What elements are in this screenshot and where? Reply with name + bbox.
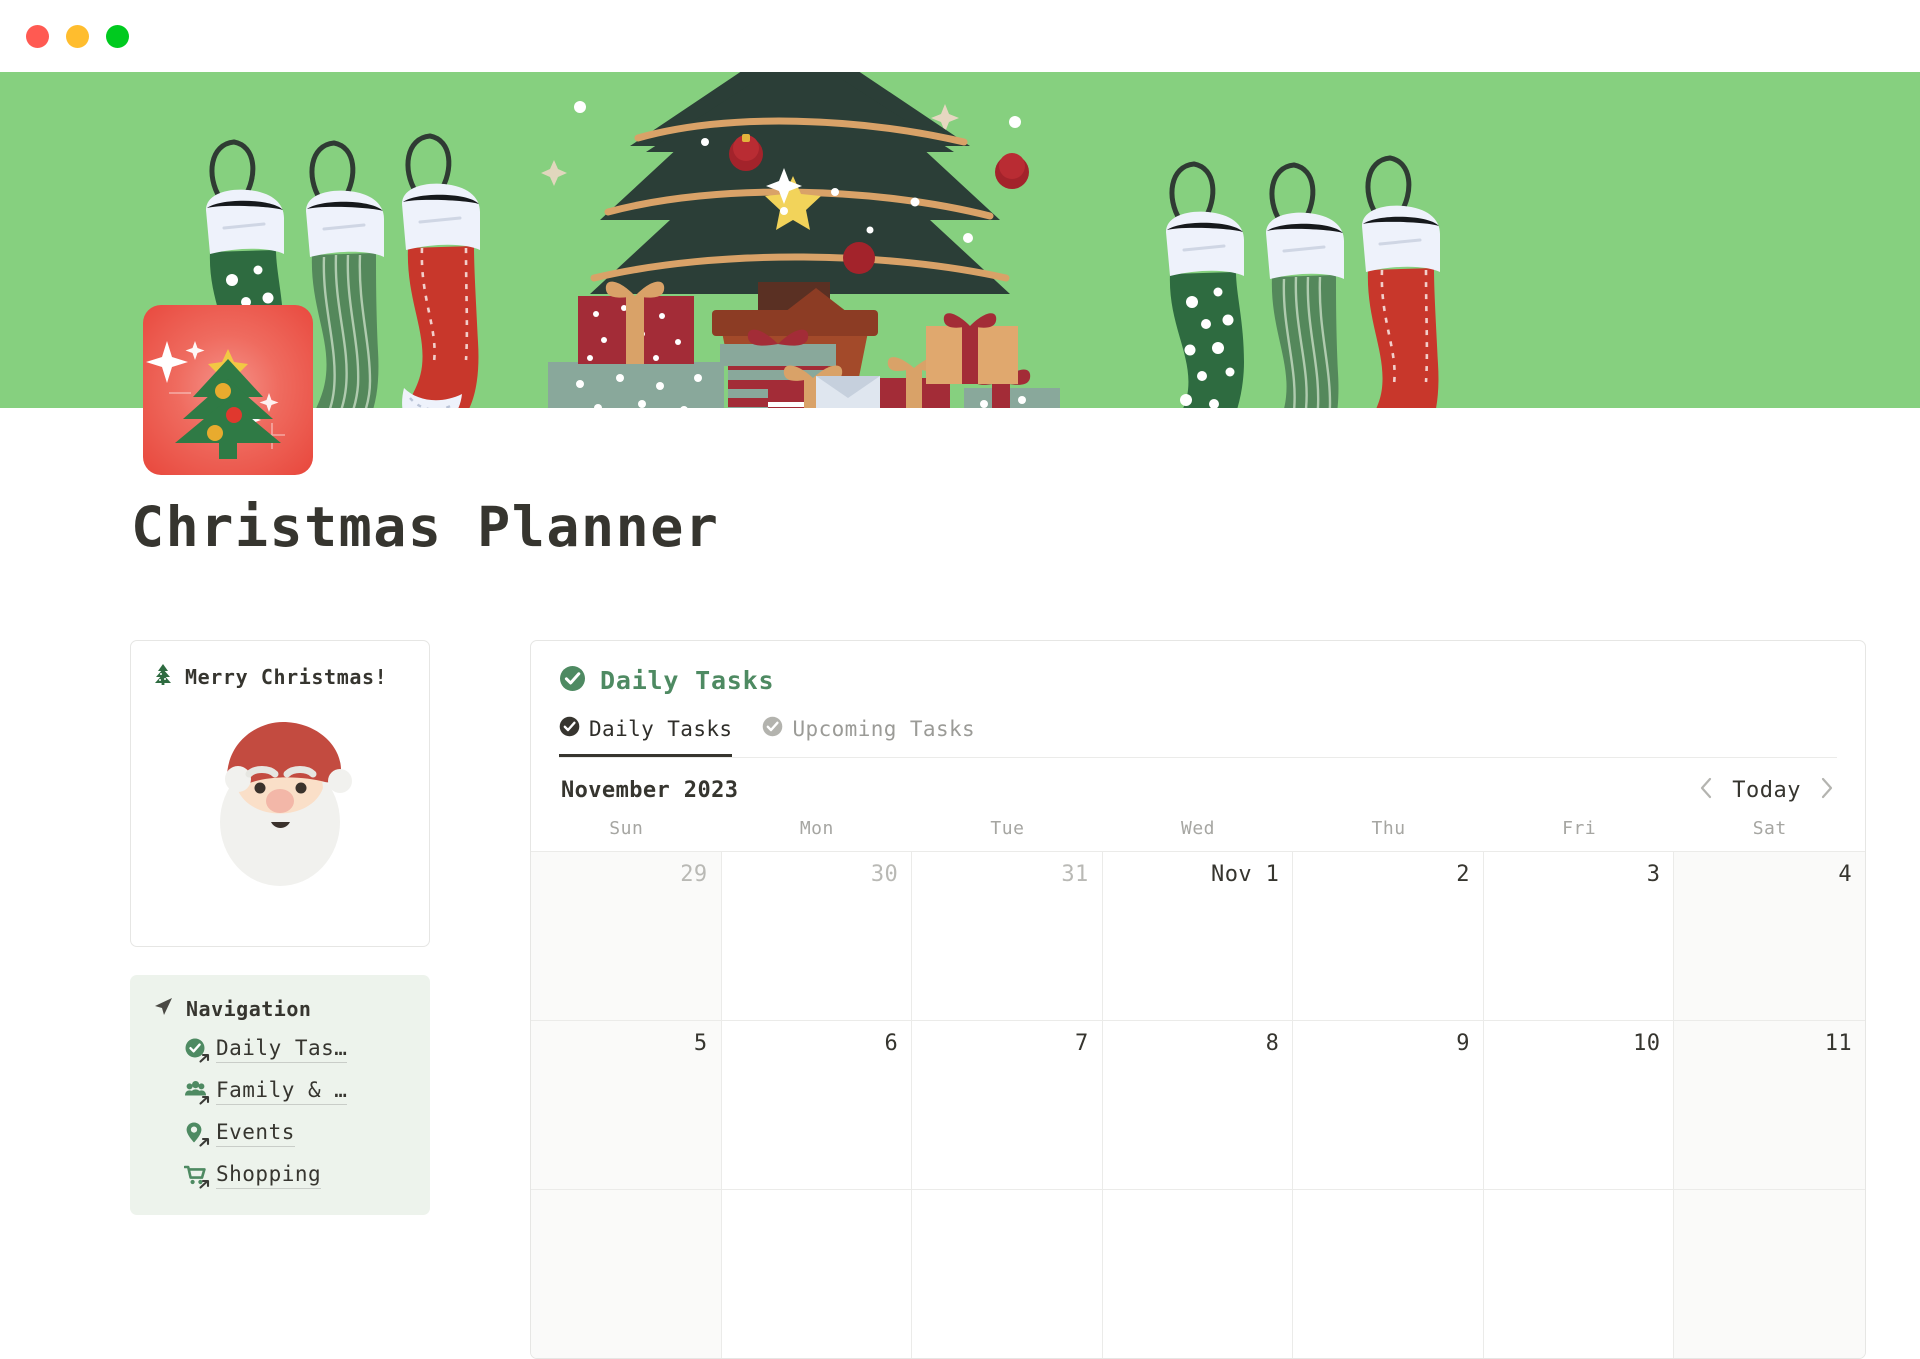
merry-christmas-header: Merry Christmas!: [153, 663, 407, 690]
tab-label: Daily Tasks: [589, 717, 733, 741]
check-circle-icon: [762, 716, 783, 742]
calendar-month-label: November 2023: [561, 777, 739, 803]
navigation-list: Daily Tas… Family & … Events Shopping: [152, 1036, 408, 1189]
sidebar-item-shopping[interactable]: Shopping: [184, 1162, 408, 1189]
calendar-day-cell[interactable]: 31: [912, 852, 1103, 1020]
chevron-right-icon[interactable]: [1819, 776, 1835, 804]
santa-face-illustration: [153, 704, 407, 894]
tab-label: Upcoming Tasks: [792, 717, 976, 741]
check-circle-icon: [559, 716, 580, 742]
merry-christmas-card: Merry Christmas!: [130, 640, 430, 947]
calendar-week-row: 5 6 7 8 9 10 11: [531, 1020, 1865, 1189]
panel-header: Daily Tasks: [531, 665, 1865, 696]
calendar-day-cell[interactable]: [1103, 1190, 1294, 1358]
calendar-day-cell[interactable]: Nov 1: [1103, 852, 1294, 1020]
sidebar-item-label: Events: [216, 1120, 295, 1147]
shopping-cart-icon: [184, 1163, 210, 1189]
calendar-day-cell[interactable]: [1674, 1190, 1865, 1358]
sidebar-item-daily-tasks[interactable]: Daily Tas…: [184, 1036, 408, 1063]
calendar-weekday: Wed: [1180, 818, 1215, 839]
calendar-day-cell[interactable]: 5: [531, 1021, 722, 1189]
evergreen-tree-icon: [153, 663, 173, 690]
navigation-header: Navigation: [152, 995, 408, 1022]
calendar-day-cell[interactable]: 29: [531, 852, 722, 1020]
navigation-arrow-icon: [152, 995, 174, 1022]
panel-title: Daily Tasks: [600, 666, 775, 695]
calendar-grid: Sun Mon Tue Wed Thu Fri Sat 29 30 31 Nov 12345678…: [531, 818, 1865, 1358]
calendar-weekday-row: Sun Mon Tue Wed Thu Fri Sat: [531, 818, 1865, 851]
map-pin-icon: [184, 1121, 210, 1147]
calendar-week-row: 29 30 31 Nov 1234: [531, 851, 1865, 1020]
calendar-toolbar: November 2023 Today: [531, 758, 1865, 818]
navigation-card: Navigation Daily Tas… Family & … Events …: [130, 975, 430, 1215]
sidebar: Merry Christmas! Navigation Daily Tas… F…: [130, 640, 430, 1359]
tab-daily-tasks[interactable]: Daily Tasks: [559, 716, 733, 757]
calendar-weekday: Tue: [990, 818, 1025, 839]
sidebar-item-label: Family & …: [216, 1078, 348, 1105]
check-circle-icon: [184, 1037, 210, 1063]
calendar-weekday: Sat: [1752, 818, 1787, 839]
people-group-icon: [184, 1079, 210, 1105]
calendar-day-cell[interactable]: [722, 1190, 913, 1358]
navigation-title: Navigation: [186, 996, 312, 1021]
calendar-day-cell[interactable]: 8: [1103, 1021, 1294, 1189]
calendar-day-cell[interactable]: 6: [722, 1021, 913, 1189]
calendar-day-cell[interactable]: 4: [1674, 852, 1865, 1020]
calendar-weekday: Thu: [1371, 818, 1406, 839]
panel-tabs: Daily Tasks Upcoming Tasks: [559, 716, 1837, 758]
sidebar-item-events[interactable]: Events: [184, 1120, 408, 1147]
calendar-day-cell[interactable]: [1484, 1190, 1675, 1358]
calendar-day-cell[interactable]: 2: [1293, 852, 1484, 1020]
maximize-button[interactable]: [106, 24, 129, 48]
sidebar-item-label: Daily Tas…: [216, 1036, 348, 1063]
merry-christmas-title: Merry Christmas!: [185, 664, 388, 689]
calendar-weekday: Sun: [609, 818, 644, 839]
calendar-day-cell[interactable]: 30: [722, 852, 913, 1020]
calendar-week-row: [531, 1189, 1865, 1358]
window-titlebar: [0, 0, 1920, 72]
chevron-left-icon[interactable]: [1698, 776, 1714, 804]
sidebar-item-label: Shopping: [216, 1162, 322, 1189]
today-button[interactable]: Today: [1732, 778, 1801, 803]
calendar-day-cell[interactable]: 10: [1484, 1021, 1675, 1189]
calendar-weekday: Mon: [799, 818, 834, 839]
sidebar-item-family[interactable]: Family & …: [184, 1078, 408, 1105]
calendar-day-cell[interactable]: 11: [1674, 1021, 1865, 1189]
calendar-day-cell[interactable]: 7: [912, 1021, 1103, 1189]
calendar-day-cell[interactable]: 3: [1484, 852, 1675, 1020]
page-content: Merry Christmas! Navigation Daily Tas… F…: [0, 640, 1920, 1359]
calendar-weeks: 29 30 31 Nov 1 2 3 4 5 6 7 8 9 10 11: [531, 851, 1865, 1358]
calendar-day-cell[interactable]: [912, 1190, 1103, 1358]
christmas-tree-icon[interactable]: [143, 305, 313, 475]
close-button[interactable]: [26, 24, 49, 48]
tab-upcoming-tasks[interactable]: Upcoming Tasks: [762, 716, 975, 757]
calendar-weekday: Fri: [1562, 818, 1597, 839]
page-title: Christmas Planner: [131, 495, 720, 559]
calendar-navigation: Today: [1698, 776, 1835, 804]
calendar-day-cell[interactable]: [531, 1190, 722, 1358]
calendar-day-cell[interactable]: 9: [1293, 1021, 1484, 1189]
daily-tasks-panel: Daily Tasks Daily Tasks Upcoming Tasks N…: [530, 640, 1866, 1359]
minimize-button[interactable]: [66, 24, 89, 48]
calendar-day-cell[interactable]: [1293, 1190, 1484, 1358]
check-circle-icon: [559, 665, 586, 696]
